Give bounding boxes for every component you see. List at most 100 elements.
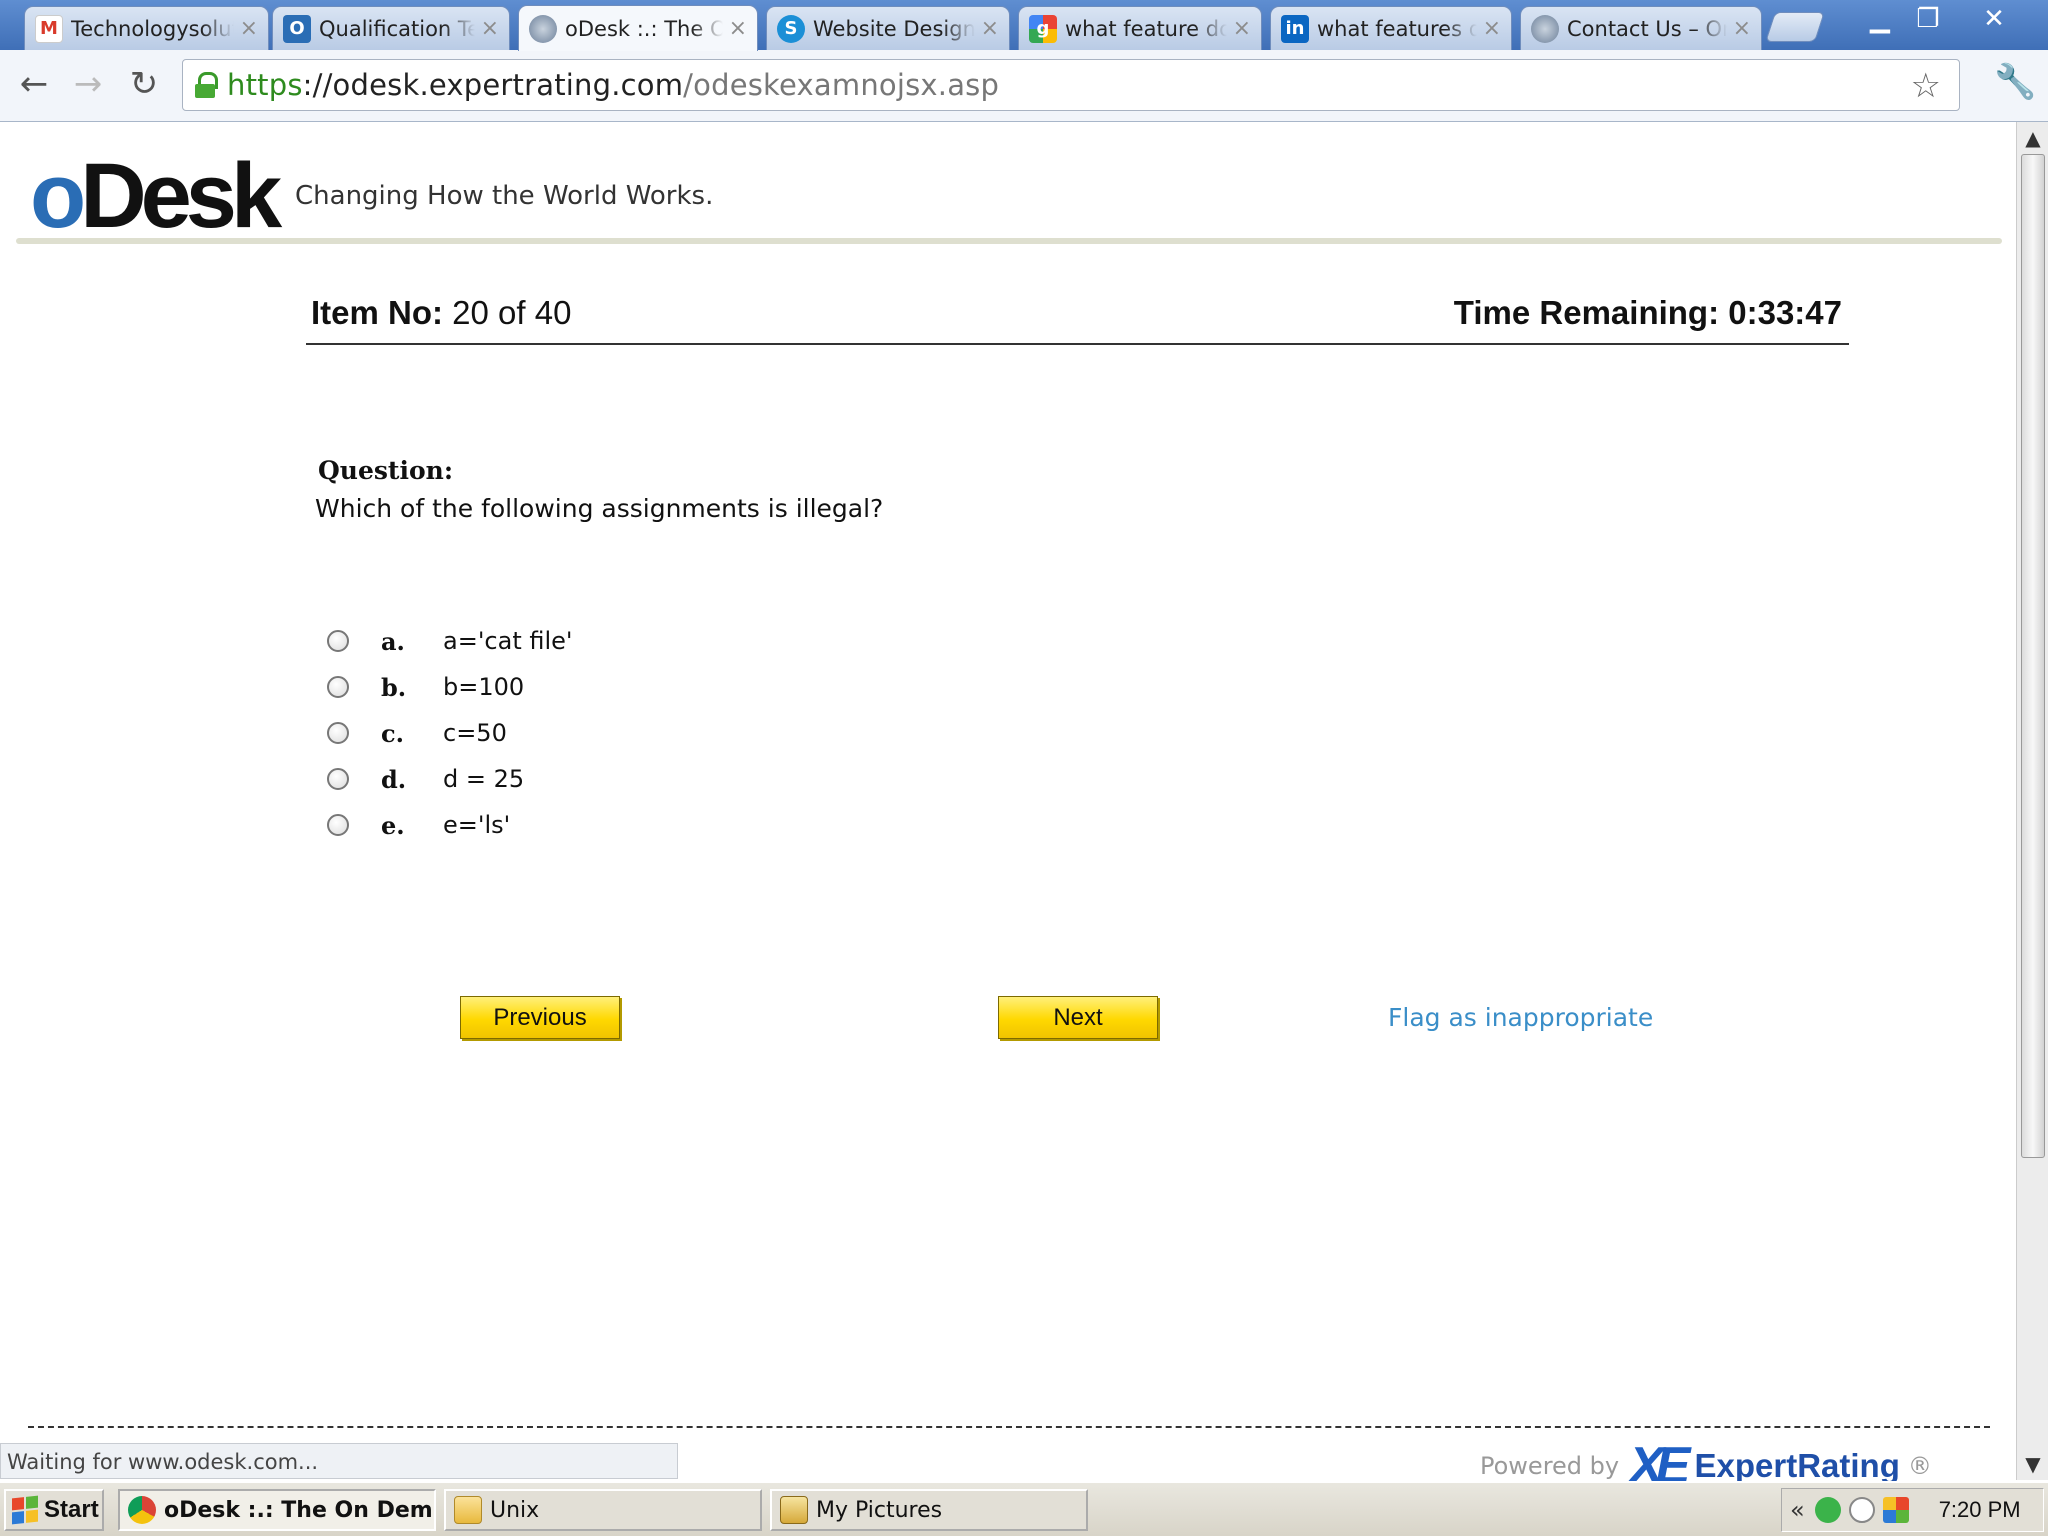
close-tab-icon[interactable]: ×	[729, 16, 747, 41]
tray-expand-icon[interactable]: «	[1790, 1496, 1805, 1524]
scroll-thumb[interactable]	[2021, 154, 2045, 1158]
globe-icon	[1531, 14, 1559, 43]
close-tab-icon[interactable]: ×	[981, 16, 999, 41]
taskbar-item-my-pictures[interactable]: My Pictures	[770, 1489, 1088, 1531]
start-label: Start	[44, 1496, 99, 1523]
answer-options: a. a='cat file' b. b=100 c. c=50 d. d = …	[327, 618, 573, 848]
tab-website-design[interactable]: S Website Design, ×	[766, 6, 1010, 50]
close-tab-icon[interactable]: ×	[1483, 16, 1501, 41]
tab-odesk-active[interactable]: oDesk :.: The O ×	[518, 5, 758, 51]
pictures-folder-icon	[780, 1496, 808, 1524]
url-scheme: https	[227, 68, 303, 102]
tab-title: what features d	[1317, 16, 1477, 41]
flag-inappropriate-link[interactable]: Flag as inappropriate	[1388, 1003, 1653, 1032]
browser-toolbar: ← → ↻ https://odesk.expertrating.com/ode…	[0, 50, 2048, 122]
option-letter: a.	[381, 626, 405, 656]
question-label: Question:	[318, 456, 454, 485]
time-label: Time Remaining:	[1453, 294, 1720, 331]
item-divider	[306, 343, 1849, 345]
option-text: c=50	[443, 719, 507, 747]
header-divider	[16, 238, 2002, 244]
footer-divider	[28, 1426, 1990, 1428]
radio-button[interactable]	[327, 768, 349, 790]
option-b[interactable]: b. b=100	[327, 664, 573, 710]
time-value: 0:33:47	[1728, 294, 1842, 331]
chat-bubble-icon[interactable]	[1848, 1497, 1875, 1523]
restore-icon[interactable]: ❐	[1906, 2, 1950, 36]
option-letter: e.	[381, 810, 405, 840]
logo-o: o	[30, 145, 86, 247]
linkedin-icon: in	[1281, 14, 1309, 43]
radio-button[interactable]	[327, 676, 349, 698]
clock: 7:20 PM	[1938, 1497, 2021, 1522]
tagline: Changing How the World Works.	[295, 181, 714, 211]
previous-button[interactable]: Previous	[460, 996, 620, 1039]
radio-button[interactable]	[327, 814, 349, 836]
browser-status-bar: Waiting for www.odesk.com...	[0, 1443, 678, 1479]
tab-google-search[interactable]: g what feature do ×	[1018, 6, 1262, 50]
windows-flag-icon[interactable]	[1882, 1497, 1909, 1523]
tab-title: Contact Us – Or	[1567, 16, 1727, 41]
tab-title: what feature do	[1065, 16, 1227, 41]
option-a[interactable]: a. a='cat file'	[327, 618, 573, 664]
logo-desk: Desk	[80, 145, 282, 247]
browser-tab-strip: M Technologysolut × O Qualification Tes …	[0, 0, 2048, 51]
expertrating-brand: ExpertRating	[1694, 1447, 1900, 1484]
scroll-up-arrow-icon[interactable]: ▲	[2021, 126, 2045, 150]
reload-icon[interactable]: ↻	[122, 62, 166, 106]
forward-arrow-icon[interactable]: →	[66, 62, 110, 106]
time-remaining: Time Remaining: 0:33:47	[1454, 294, 1842, 332]
tab-title: oDesk :.: The O	[565, 16, 723, 41]
option-c[interactable]: c. c=50	[327, 710, 573, 756]
tab-contact-us[interactable]: Contact Us – Or ×	[1520, 6, 1762, 50]
option-text: e='ls'	[443, 811, 511, 839]
taskbar-item-unix[interactable]: Unix	[444, 1489, 762, 1531]
new-tab-button[interactable]	[1765, 12, 1825, 42]
close-tab-icon[interactable]: ×	[240, 16, 258, 41]
close-tab-icon[interactable]: ×	[1233, 16, 1251, 41]
option-d[interactable]: d. d = 25	[327, 756, 573, 802]
close-tab-icon[interactable]: ×	[1733, 16, 1751, 41]
skype-icon: S	[777, 14, 805, 43]
tab-gmail[interactable]: M Technologysolut ×	[24, 6, 269, 50]
url-path: /odeskexamnojsx.asp	[683, 68, 1000, 102]
radio-button[interactable]	[327, 630, 349, 652]
page-scrollbar[interactable]: ▲ ▼	[2016, 122, 2048, 1480]
url-text: https://odesk.expertrating.com/odeskexam…	[227, 68, 999, 102]
security-shield-icon[interactable]	[1814, 1497, 1841, 1523]
start-button[interactable]: Start	[4, 1489, 104, 1531]
address-bar[interactable]: https://odesk.expertrating.com/odeskexam…	[182, 59, 1960, 111]
powered-by-label: Powered by	[1480, 1452, 1620, 1480]
globe-icon	[529, 14, 557, 43]
taskbar-item-label: Unix	[490, 1497, 540, 1523]
chrome-icon	[128, 1496, 156, 1524]
registered-mark: ®	[1907, 1452, 1932, 1480]
tab-qualification[interactable]: O Qualification Tes ×	[272, 6, 510, 50]
option-text: a='cat file'	[443, 627, 573, 655]
url-host: ://odesk.expertrating.com	[302, 68, 684, 102]
odesk-o-icon: O	[283, 14, 311, 43]
next-button[interactable]: Next	[998, 996, 1158, 1039]
close-tab-icon[interactable]: ×	[481, 16, 499, 41]
option-e[interactable]: e. e='ls'	[327, 802, 573, 848]
option-text: b=100	[443, 673, 525, 701]
option-letter: b.	[381, 672, 407, 702]
wrench-menu-icon[interactable]: 🔧	[1994, 62, 2036, 102]
bookmark-star-icon[interactable]: ☆	[1911, 66, 1941, 106]
tab-linkedin[interactable]: in what features d ×	[1270, 6, 1512, 50]
scroll-down-arrow-icon[interactable]: ▼	[2021, 1452, 2045, 1476]
odesk-logo: oDesk	[30, 150, 282, 242]
option-letter: c.	[381, 718, 404, 748]
google-icon: g	[1029, 14, 1057, 43]
system-tray: « 7:20 PM	[1781, 1488, 2044, 1532]
taskbar-item-chrome[interactable]: oDesk :.: The On Dem...	[118, 1489, 436, 1531]
gmail-icon: M	[35, 14, 63, 43]
radio-button[interactable]	[327, 722, 349, 744]
close-window-icon[interactable]: ✕	[1972, 2, 2016, 36]
tab-title: Website Design,	[813, 16, 975, 41]
taskbar-item-label: My Pictures	[816, 1497, 943, 1523]
option-letter: d.	[381, 764, 407, 794]
item-number: Item No: 20 of 40	[311, 294, 571, 332]
back-arrow-icon[interactable]: ←	[12, 62, 56, 106]
minimize-icon[interactable]: ▁	[1858, 2, 1902, 36]
